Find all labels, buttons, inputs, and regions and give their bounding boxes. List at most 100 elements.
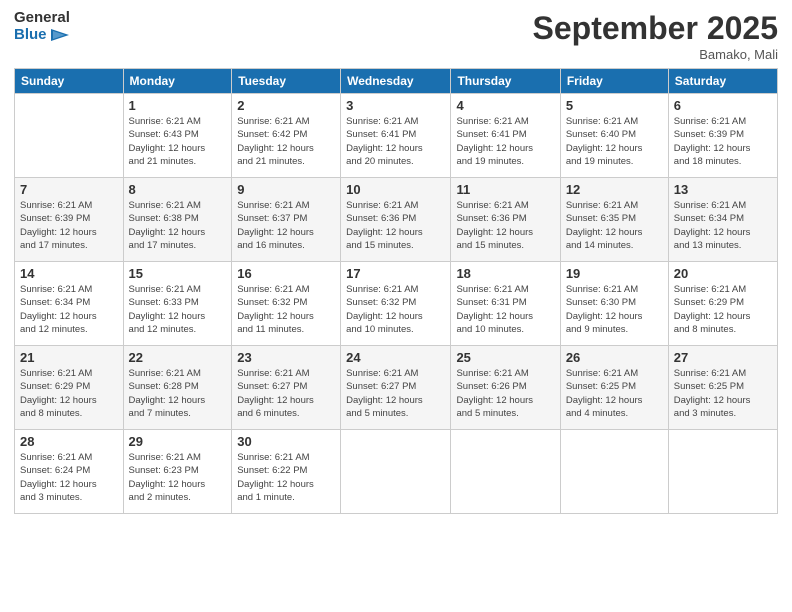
day-cell bbox=[560, 430, 668, 514]
day-info: Sunrise: 6:21 AM Sunset: 6:35 PM Dayligh… bbox=[566, 199, 663, 252]
day-number: 27 bbox=[674, 350, 772, 365]
day-number: 20 bbox=[674, 266, 772, 281]
day-number: 7 bbox=[20, 182, 118, 197]
day-cell: 26Sunrise: 6:21 AM Sunset: 6:25 PM Dayli… bbox=[560, 346, 668, 430]
day-number: 11 bbox=[456, 182, 554, 197]
day-number: 21 bbox=[20, 350, 118, 365]
day-cell: 23 Sunrise: 6:21 AM Sunset: 6:27 PM Dayli… bbox=[232, 346, 341, 430]
day-cell: 9 Sunrise: 6:21 AM Sunset: 6:37 PM Daylig… bbox=[232, 178, 341, 262]
day-cell: 5Sunrise: 6:21 AM Sunset: 6:40 PM Daylig… bbox=[560, 94, 668, 178]
header: General Blue September 2025 Bamako, Mali bbox=[14, 10, 778, 62]
day-number: 6 bbox=[674, 98, 772, 113]
day-number: 10 bbox=[346, 182, 445, 197]
day-info: Sunrise: 6:21 AM Sunset: 6:29 PM Dayligh… bbox=[20, 367, 118, 420]
day-number: 9 bbox=[237, 182, 335, 197]
day-number: 3 bbox=[346, 98, 445, 113]
day-info: Sunrise: 6:21 AM Sunset: 6:43 PM Dayligh… bbox=[129, 115, 227, 168]
day-cell: 8Sunrise: 6:21 AM Sunset: 6:38 PM Daylig… bbox=[123, 178, 232, 262]
day-info: Sunrise: 6:21 AM Sunset: 6:41 PM Dayligh… bbox=[456, 115, 554, 168]
day-number: 24 bbox=[346, 350, 445, 365]
day-info: Sunrise: 6:21 AM Sunset: 6:34 PM Dayligh… bbox=[20, 283, 118, 336]
day-cell: 13 Sunrise: 6:21 AM Sunset: 6:34 PM Dayli… bbox=[668, 178, 777, 262]
day-info: Sunrise: 6:21 AM Sunset: 6:32 PM Dayligh… bbox=[237, 283, 335, 336]
day-cell: 18 Sunrise: 6:21 AM Sunset: 6:31 PM Dayli… bbox=[451, 262, 560, 346]
day-info: Sunrise: 6:21 AM Sunset: 6:24 PM Dayligh… bbox=[20, 451, 118, 504]
day-cell bbox=[668, 430, 777, 514]
day-cell: 1 Sunrise: 6:21 AM Sunset: 6:43 PM Daylig… bbox=[123, 94, 232, 178]
header-row: Sunday Monday Tuesday Wednesday Thursday… bbox=[15, 69, 778, 94]
location: Bamako, Mali bbox=[533, 47, 778, 62]
week-row-3: 14 Sunrise: 6:21 AM Sunset: 6:34 PM Dayli… bbox=[15, 262, 778, 346]
day-number: 13 bbox=[674, 182, 772, 197]
page: General Blue September 2025 Bamako, Mali… bbox=[0, 0, 792, 612]
day-info: Sunrise: 6:21 AM Sunset: 6:36 PM Dayligh… bbox=[346, 199, 445, 252]
day-cell: 25 Sunrise: 6:21 AM Sunset: 6:26 PM Dayli… bbox=[451, 346, 560, 430]
day-info: Sunrise: 6:21 AM Sunset: 6:22 PM Dayligh… bbox=[237, 451, 335, 504]
header-thursday: Thursday bbox=[451, 69, 560, 94]
day-info: Sunrise: 6:21 AM Sunset: 6:39 PM Dayligh… bbox=[20, 199, 118, 252]
header-tuesday: Tuesday bbox=[232, 69, 341, 94]
day-number: 1 bbox=[129, 98, 227, 113]
header-monday: Monday bbox=[123, 69, 232, 94]
day-info: Sunrise: 6:21 AM Sunset: 6:23 PM Dayligh… bbox=[129, 451, 227, 504]
header-saturday: Saturday bbox=[668, 69, 777, 94]
day-info: Sunrise: 6:21 AM Sunset: 6:40 PM Dayligh… bbox=[566, 115, 663, 168]
day-cell: 4 Sunrise: 6:21 AM Sunset: 6:41 PM Daylig… bbox=[451, 94, 560, 178]
day-info: Sunrise: 6:21 AM Sunset: 6:30 PM Dayligh… bbox=[566, 283, 663, 336]
day-cell: 29 Sunrise: 6:21 AM Sunset: 6:23 PM Dayli… bbox=[123, 430, 232, 514]
day-number: 22 bbox=[129, 350, 227, 365]
day-cell: 20 Sunrise: 6:21 AM Sunset: 6:29 PM Dayli… bbox=[668, 262, 777, 346]
day-info: Sunrise: 6:21 AM Sunset: 6:34 PM Dayligh… bbox=[674, 199, 772, 252]
day-info: Sunrise: 6:21 AM Sunset: 6:37 PM Dayligh… bbox=[237, 199, 335, 252]
day-cell: 27 Sunrise: 6:21 AM Sunset: 6:25 PM Dayli… bbox=[668, 346, 777, 430]
day-number: 25 bbox=[456, 350, 554, 365]
day-info: Sunrise: 6:21 AM Sunset: 6:25 PM Dayligh… bbox=[674, 367, 772, 420]
day-cell: 10 Sunrise: 6:21 AM Sunset: 6:36 PM Dayli… bbox=[341, 178, 451, 262]
day-cell: 28 Sunrise: 6:21 AM Sunset: 6:24 PM Dayli… bbox=[15, 430, 124, 514]
day-cell: 21 Sunrise: 6:21 AM Sunset: 6:29 PM Dayli… bbox=[15, 346, 124, 430]
day-number: 15 bbox=[129, 266, 227, 281]
day-info: Sunrise: 6:21 AM Sunset: 6:27 PM Dayligh… bbox=[346, 367, 445, 420]
day-number: 2 bbox=[237, 98, 335, 113]
day-number: 14 bbox=[20, 266, 118, 281]
day-cell: 19 Sunrise: 6:21 AM Sunset: 6:30 PM Dayli… bbox=[560, 262, 668, 346]
day-number: 28 bbox=[20, 434, 118, 449]
day-cell: 12 Sunrise: 6:21 AM Sunset: 6:35 PM Dayli… bbox=[560, 178, 668, 262]
day-cell: 24 Sunrise: 6:21 AM Sunset: 6:27 PM Dayli… bbox=[341, 346, 451, 430]
day-cell: 17Sunrise: 6:21 AM Sunset: 6:32 PM Dayli… bbox=[341, 262, 451, 346]
logo: General Blue bbox=[14, 10, 70, 43]
day-info: Sunrise: 6:21 AM Sunset: 6:42 PM Dayligh… bbox=[237, 115, 335, 168]
day-info: Sunrise: 6:21 AM Sunset: 6:33 PM Dayligh… bbox=[129, 283, 227, 336]
day-info: Sunrise: 6:21 AM Sunset: 6:31 PM Dayligh… bbox=[456, 283, 554, 336]
day-cell: 6Sunrise: 6:21 AM Sunset: 6:39 PM Daylig… bbox=[668, 94, 777, 178]
day-number: 23 bbox=[237, 350, 335, 365]
day-info: Sunrise: 6:21 AM Sunset: 6:36 PM Dayligh… bbox=[456, 199, 554, 252]
day-info: Sunrise: 6:21 AM Sunset: 6:29 PM Dayligh… bbox=[674, 283, 772, 336]
day-number: 29 bbox=[129, 434, 227, 449]
header-sunday: Sunday bbox=[15, 69, 124, 94]
day-cell: 2 Sunrise: 6:21 AM Sunset: 6:42 PM Daylig… bbox=[232, 94, 341, 178]
week-row-1: 1 Sunrise: 6:21 AM Sunset: 6:43 PM Daylig… bbox=[15, 94, 778, 178]
month-title: September 2025 bbox=[533, 10, 778, 47]
day-info: Sunrise: 6:21 AM Sunset: 6:38 PM Dayligh… bbox=[129, 199, 227, 252]
day-info: Sunrise: 6:21 AM Sunset: 6:41 PM Dayligh… bbox=[346, 115, 445, 168]
day-number: 19 bbox=[566, 266, 663, 281]
day-cell bbox=[15, 94, 124, 178]
day-cell: 3 Sunrise: 6:21 AM Sunset: 6:41 PM Daylig… bbox=[341, 94, 451, 178]
day-info: Sunrise: 6:21 AM Sunset: 6:32 PM Dayligh… bbox=[346, 283, 445, 336]
day-info: Sunrise: 6:21 AM Sunset: 6:25 PM Dayligh… bbox=[566, 367, 663, 420]
day-number: 4 bbox=[456, 98, 554, 113]
calendar-table: Sunday Monday Tuesday Wednesday Thursday… bbox=[14, 68, 778, 514]
day-cell bbox=[451, 430, 560, 514]
day-number: 12 bbox=[566, 182, 663, 197]
title-block: September 2025 Bamako, Mali bbox=[533, 10, 778, 62]
day-number: 18 bbox=[456, 266, 554, 281]
day-info: Sunrise: 6:21 AM Sunset: 6:27 PM Dayligh… bbox=[237, 367, 335, 420]
day-cell: 14 Sunrise: 6:21 AM Sunset: 6:34 PM Dayli… bbox=[15, 262, 124, 346]
week-row-5: 28 Sunrise: 6:21 AM Sunset: 6:24 PM Dayli… bbox=[15, 430, 778, 514]
day-info: Sunrise: 6:21 AM Sunset: 6:26 PM Dayligh… bbox=[456, 367, 554, 420]
day-cell bbox=[341, 430, 451, 514]
day-cell: 15 Sunrise: 6:21 AM Sunset: 6:33 PM Dayli… bbox=[123, 262, 232, 346]
day-number: 16 bbox=[237, 266, 335, 281]
day-cell: 11 Sunrise: 6:21 AM Sunset: 6:36 PM Dayli… bbox=[451, 178, 560, 262]
